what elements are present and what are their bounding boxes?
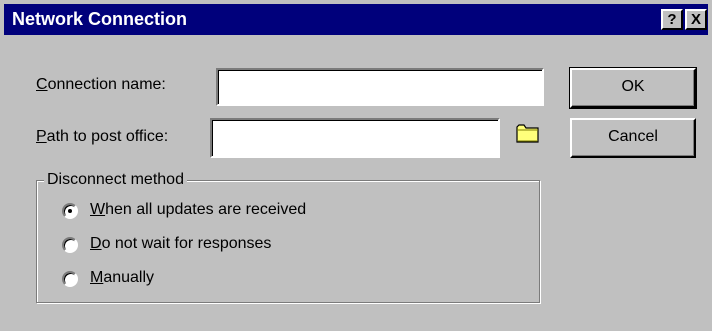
post-office-path-input[interactable] bbox=[212, 120, 498, 156]
help-button[interactable]: ? bbox=[661, 9, 683, 30]
network-connection-dialog: Network Connection ? X Connection name: … bbox=[0, 0, 712, 331]
post-office-path-label: Path to post office: bbox=[36, 128, 169, 145]
cancel-button[interactable]: Cancel bbox=[570, 118, 696, 158]
radio-unselected-icon[interactable] bbox=[62, 237, 78, 253]
radio-selected-icon[interactable] bbox=[62, 203, 78, 219]
radio-label: When all updates are received bbox=[90, 201, 307, 218]
close-button[interactable]: X bbox=[685, 9, 707, 30]
connection-name-input[interactable] bbox=[218, 70, 542, 104]
radio-label: Do not wait for responses bbox=[90, 235, 272, 252]
folder-icon[interactable] bbox=[516, 123, 540, 143]
connection-name-label: Connection name: bbox=[36, 76, 166, 93]
window-title: Network Connection bbox=[12, 9, 188, 29]
post-office-path-field[interactable] bbox=[210, 118, 500, 158]
ok-button[interactable]: OK bbox=[569, 67, 697, 109]
radio-label: Manually bbox=[90, 269, 155, 286]
title-bar[interactable]: Network Connection ? X bbox=[4, 4, 708, 35]
radio-unselected-icon[interactable] bbox=[62, 271, 78, 287]
disconnect-method-legend: Disconnect method bbox=[44, 171, 187, 189]
connection-name-field[interactable] bbox=[216, 68, 544, 106]
